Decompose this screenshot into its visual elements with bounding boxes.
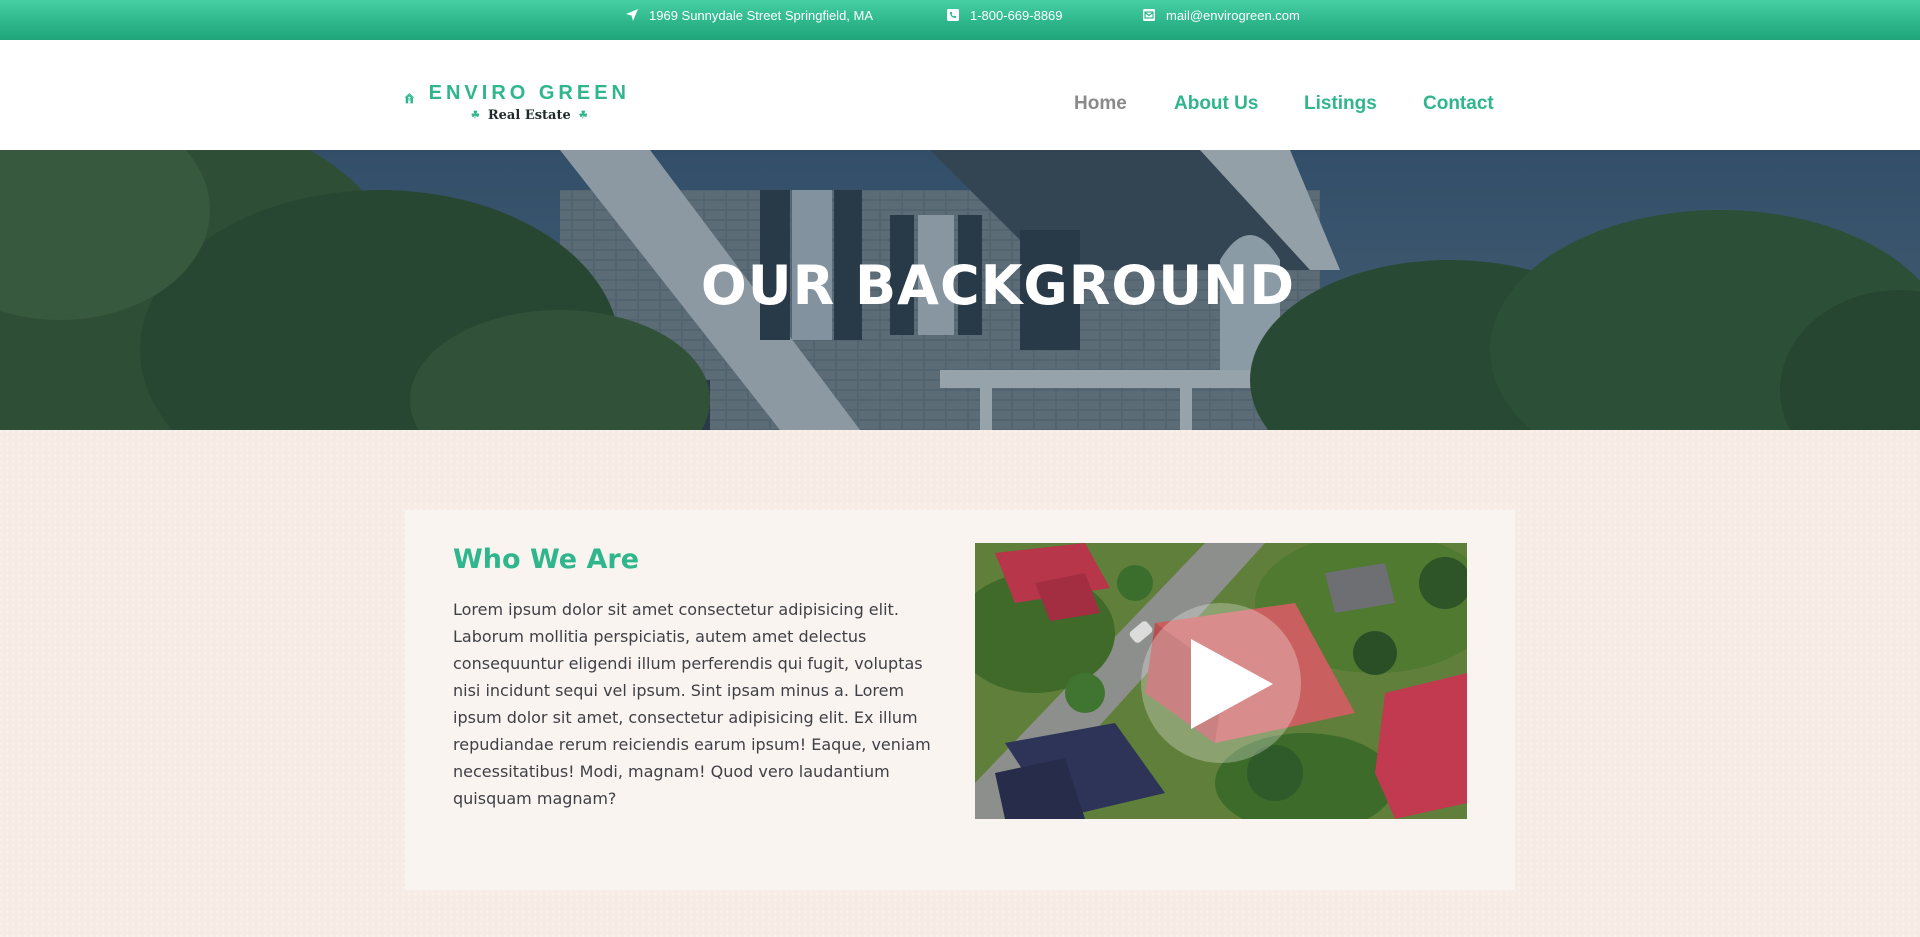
nav-home[interactable]: Home	[1074, 93, 1127, 115]
house-leaf-logo-icon	[404, 93, 415, 104]
play-icon	[1191, 639, 1273, 729]
phone-text[interactable]: 1-800-669-8869	[970, 8, 1063, 23]
phone-info[interactable]: 1-800-669-8869	[946, 0, 1063, 30]
email-info[interactable]: mail@envirogreen.com	[1142, 0, 1300, 30]
hero-banner: OUR BACKGROUND	[0, 150, 1920, 430]
address-info: 1969 Sunnydale Street Springfield, MA	[625, 0, 873, 30]
nav-listings[interactable]: Listings	[1304, 93, 1377, 115]
leaf-icon: ☘	[470, 110, 480, 121]
page-title: OUR BACKGROUND	[700, 254, 1296, 317]
about-body-text: Lorem ipsum dolor sit amet consectetur a…	[453, 600, 931, 808]
leaf-icon: ☘	[578, 110, 588, 121]
video-player[interactable]	[975, 543, 1467, 819]
brand-name: ENVIRO GREEN	[428, 82, 630, 104]
email-text[interactable]: mail@envirogreen.com	[1166, 8, 1300, 23]
brand-tagline-row: ☘ Real Estate ☘	[471, 108, 588, 123]
nav-contact[interactable]: Contact	[1423, 93, 1494, 115]
about-heading: Who We Are	[453, 544, 640, 575]
top-info-bar: 1969 Sunnydale Street Springfield, MA 1-…	[0, 0, 1920, 40]
address-text: 1969 Sunnydale Street Springfield, MA	[649, 7, 874, 23]
brand-logo[interactable]: ENVIRO GREEN ☘ Real Estate ☘	[404, 68, 630, 130]
play-button[interactable]	[1141, 603, 1301, 763]
location-arrow-icon	[625, 8, 639, 22]
phone-icon	[946, 8, 960, 22]
site-header: ENVIRO GREEN ☘ Real Estate ☘ Home About …	[0, 40, 1920, 150]
envelope-icon	[1142, 8, 1156, 22]
brand-tagline: Real Estate	[487, 108, 571, 123]
about-card: Who We Are Lorem ipsum dolor sit amet co…	[405, 510, 1515, 890]
nav-about-us[interactable]: About Us	[1174, 93, 1258, 115]
